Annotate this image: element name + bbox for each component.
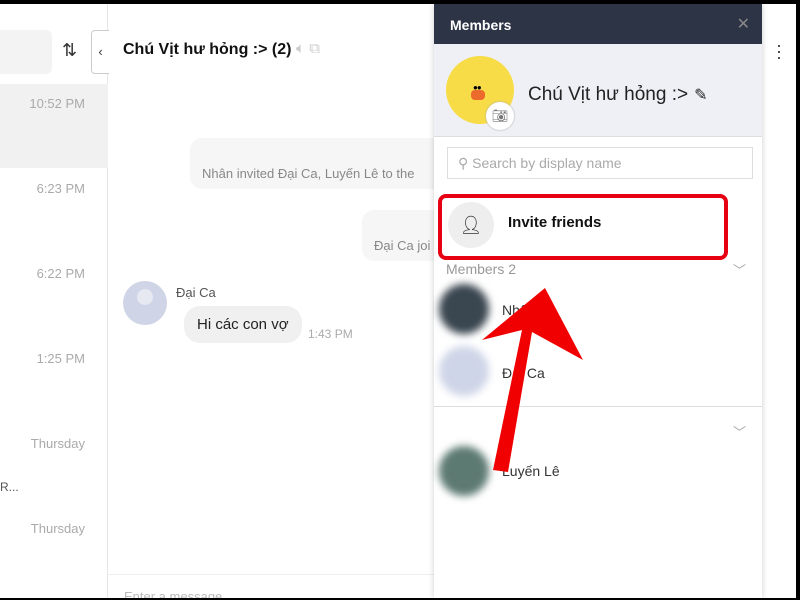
group-name: Chú Vịt hư hỏng :>: [528, 84, 689, 105]
member-avatar[interactable]: [439, 446, 489, 496]
divider: [434, 406, 762, 407]
chat-search-input[interactable]: [0, 30, 52, 74]
invite-friends-button[interactable]: 👤︎ Invite friends: [438, 194, 728, 260]
member-avatar[interactable]: [439, 346, 489, 396]
chevron-down-icon[interactable]: ﹀: [733, 422, 746, 441]
member-name[interactable]: Đại Ca: [502, 365, 545, 381]
conversation-time: Thursday: [30, 521, 85, 536]
conversation-list: ⇅ ‹ 10:52 PM 6:23 PM 6:22 PM 1:25 PM Thu…: [0, 4, 109, 598]
conversation-time: 1:25 PM: [36, 351, 85, 366]
more-options-icon[interactable]: · · ·: [776, 36, 782, 66]
mute-icon[interactable]: 🔈︎: [296, 40, 305, 57]
popout-icon[interactable]: ⧉: [309, 40, 320, 57]
chat-title: Chú Vịt hư hỏng :> (2): [123, 41, 292, 58]
panel-title: Members: [450, 17, 512, 33]
member-name[interactable]: Luyến Lê: [502, 463, 560, 479]
camera-icon[interactable]: 📷︎: [486, 102, 514, 130]
sort-icon[interactable]: ⇅: [62, 40, 77, 61]
sender-avatar[interactable]: [123, 281, 167, 325]
members-panel: Members ✕ ●● 📷︎ Chú Vịt hư hỏng :> ✎ ⚲ Sea…: [434, 4, 762, 598]
edit-icon[interactable]: ✎: [694, 87, 707, 104]
conversation-time: Thursday: [30, 436, 85, 451]
invite-label: Invite friends: [508, 214, 602, 231]
close-icon[interactable]: ✕: [737, 14, 750, 34]
message-bubble: Hi các con vợ: [184, 306, 302, 343]
conversation-time: 6:23 PM: [36, 181, 85, 196]
search-icon: ⚲: [458, 155, 469, 171]
chat-area: Chú Vịt hư hỏng :> (2) 🔈︎ ⧉ Nhân invited…: [108, 4, 452, 598]
collapse-list-button[interactable]: ‹: [91, 30, 109, 74]
members-section-header[interactable]: Members 2: [446, 261, 516, 277]
add-user-icon: 👤︎: [448, 202, 494, 248]
chevron-down-icon[interactable]: ﹀: [733, 260, 746, 279]
message-input[interactable]: Enter a message: [108, 574, 448, 598]
member-avatar[interactable]: [439, 284, 489, 334]
sender-name: Đại Ca: [176, 285, 216, 300]
member-name[interactable]: Nhân: [502, 302, 535, 318]
message-time: 1:43 PM: [308, 327, 353, 341]
member-search-input[interactable]: ⚲ Search by display name: [447, 147, 753, 179]
conversation-preview: R...: [0, 480, 19, 494]
system-message: Nhân invited Đại Ca, Luyến Lê to the: [190, 138, 450, 189]
conversation-time: 6:22 PM: [36, 266, 85, 281]
conversation-time: 10:52 PM: [29, 96, 85, 111]
